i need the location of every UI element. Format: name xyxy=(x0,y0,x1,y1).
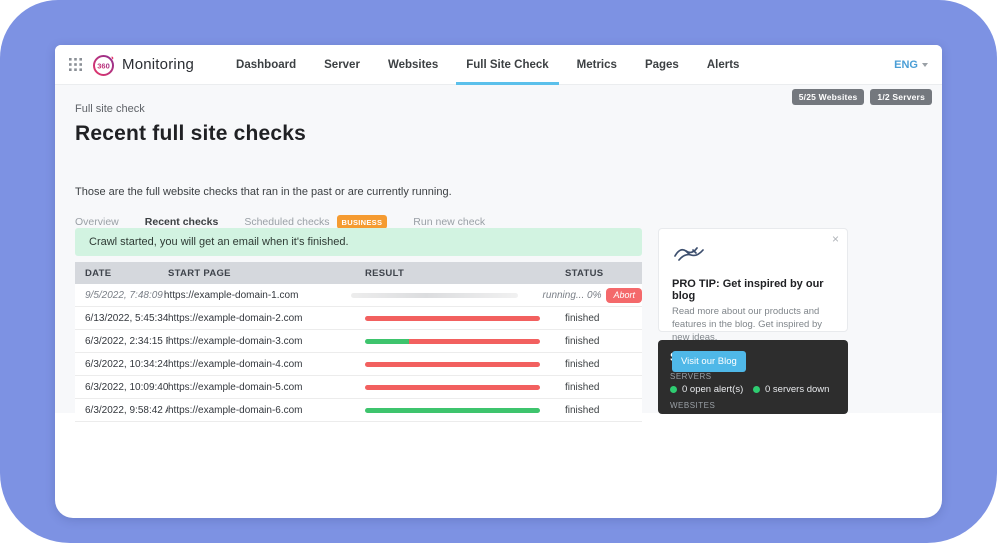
close-icon[interactable]: × xyxy=(832,233,839,245)
main-column: Crawl started, you will get an email whe… xyxy=(75,228,642,422)
col-header-status: STATUS xyxy=(565,268,642,279)
page-title: Recent full site checks xyxy=(75,122,306,146)
check-date: 9/5/2022, 7:48:09 AM xyxy=(75,290,164,301)
check-start-page: https://example-domain-6.com xyxy=(168,405,365,416)
check-status: finished xyxy=(565,359,599,370)
top-nav: 360 Monitoring Dashboard Server Websites… xyxy=(55,45,942,85)
language-selector[interactable]: ENG xyxy=(894,59,928,71)
check-status: running... 0% xyxy=(543,290,602,301)
check-start-page: https://example-domain-5.com xyxy=(168,382,365,393)
page-subtitle: Those are the full website checks that r… xyxy=(75,186,452,198)
logo-text: Monitoring xyxy=(122,56,194,73)
handshake-icon xyxy=(672,241,708,270)
check-status: finished xyxy=(565,313,599,324)
nav-item-full-site-check[interactable]: Full Site Check xyxy=(452,45,562,84)
col-header-result: RESULT xyxy=(365,268,565,279)
usage-badges: 5/25 Websites 1/2 Servers xyxy=(792,89,932,105)
result-progress-bar xyxy=(365,385,540,390)
check-status: finished xyxy=(565,405,599,416)
check-date: 6/3/2022, 10:34:24 AM xyxy=(75,359,168,370)
col-header-date: DATE xyxy=(75,268,168,279)
nav-item-websites[interactable]: Websites xyxy=(374,45,452,84)
table-row: 6/3/2022, 9:58:42 AM https://example-dom… xyxy=(75,399,642,422)
logo-360-icon: 360 xyxy=(92,53,116,77)
servers-usage-badge: 1/2 Servers xyxy=(870,89,932,105)
breadcrumb: Full site check xyxy=(75,103,306,115)
recent-checks-table: DATE START PAGE RESULT STATUS 9/5/2022, … xyxy=(75,262,642,422)
result-progress-bar xyxy=(365,408,540,413)
check-date: 6/13/2022, 5:45:34 PM xyxy=(75,313,168,324)
nav-item-metrics[interactable]: Metrics xyxy=(563,45,631,84)
nav-item-dashboard[interactable]: Dashboard xyxy=(222,45,310,84)
websites-status-row: 0 open alert(s) 0 websites down xyxy=(670,413,836,414)
nav-menu: Dashboard Server Websites Full Site Chec… xyxy=(222,45,753,84)
servers-status-row: 0 open alert(s) 0 servers down xyxy=(670,384,836,395)
status-item: 0 open alert(s) xyxy=(670,413,753,414)
check-start-page: https://example-domain-3.com xyxy=(168,336,365,347)
check-date: 6/3/2022, 9:58:42 AM xyxy=(75,405,168,416)
green-status-dot xyxy=(670,386,677,393)
result-progress-bar xyxy=(365,362,540,367)
table-row: 6/3/2022, 2:34:15 PM https://example-dom… xyxy=(75,330,642,353)
protip-body: Read more about our products and feature… xyxy=(672,306,835,344)
brand-logo[interactable]: 360 Monitoring xyxy=(92,53,194,77)
green-status-dot xyxy=(753,386,760,393)
result-progress-bar xyxy=(365,316,540,321)
result-progress-bar xyxy=(365,339,540,344)
nav-right: ENG xyxy=(894,45,928,84)
page-head: Full site check Recent full site checks xyxy=(75,103,306,146)
table-row: 9/5/2022, 7:48:09 AM https://example-dom… xyxy=(75,284,642,307)
crawl-started-alert: Crawl started, you will get an email whe… xyxy=(75,228,642,256)
servers-section-label: SERVERS xyxy=(670,372,836,381)
status-item: 0 servers down xyxy=(753,384,836,395)
check-date: 6/3/2022, 2:34:15 PM xyxy=(75,336,168,347)
protip-title: PRO TIP: Get inspired by our blog xyxy=(672,278,835,302)
app-grid-icon[interactable] xyxy=(69,58,82,71)
visit-blog-button[interactable]: Visit our Blog xyxy=(672,351,746,372)
websites-section-label: WEBSITES xyxy=(670,401,836,410)
protip-card: × PRO TIP: Get inspired by our blog Read… xyxy=(658,228,848,332)
svg-text:360: 360 xyxy=(97,61,110,70)
nav-item-server[interactable]: Server xyxy=(310,45,374,84)
table-row: 6/3/2022, 10:09:40 AM https://example-do… xyxy=(75,376,642,399)
alert-message: Crawl started, you will get an email whe… xyxy=(89,236,349,248)
app-window: 360 Monitoring Dashboard Server Websites… xyxy=(55,45,942,518)
check-status: finished xyxy=(565,382,599,393)
table-header: DATE START PAGE RESULT STATUS xyxy=(75,262,642,284)
status-item: 0 open alert(s) xyxy=(670,384,753,395)
illustration-stage: 360 Monitoring Dashboard Server Websites… xyxy=(0,0,997,543)
business-badge: BUSINESS xyxy=(337,215,388,229)
check-status: finished xyxy=(565,336,599,347)
status-item: 0 websites down xyxy=(753,413,836,414)
nav-left: 360 Monitoring xyxy=(69,45,222,84)
check-date: 6/3/2022, 10:09:40 AM xyxy=(75,382,168,393)
check-start-page: https://example-domain-2.com xyxy=(168,313,365,324)
check-start-page: https://example-domain-4.com xyxy=(168,359,365,370)
nav-item-pages[interactable]: Pages xyxy=(631,45,693,84)
check-start-page: https://example-domain-1.com xyxy=(164,290,351,301)
content-area: 5/25 Websites 1/2 Servers Full site chec… xyxy=(55,85,942,413)
result-progress-bar xyxy=(351,293,517,298)
table-row: 6/13/2022, 5:45:34 PM https://example-do… xyxy=(75,307,642,330)
col-header-start-page: START PAGE xyxy=(168,268,365,279)
language-label: ENG xyxy=(894,59,918,71)
websites-usage-badge: 5/25 Websites xyxy=(792,89,865,105)
right-sidebar: × PRO TIP: Get inspired by our blog Read… xyxy=(658,228,848,414)
chevron-down-icon xyxy=(922,63,928,67)
abort-button[interactable]: Abort xyxy=(606,288,642,303)
table-row: 6/3/2022, 10:34:24 AM https://example-do… xyxy=(75,353,642,376)
nav-item-alerts[interactable]: Alerts xyxy=(693,45,754,84)
